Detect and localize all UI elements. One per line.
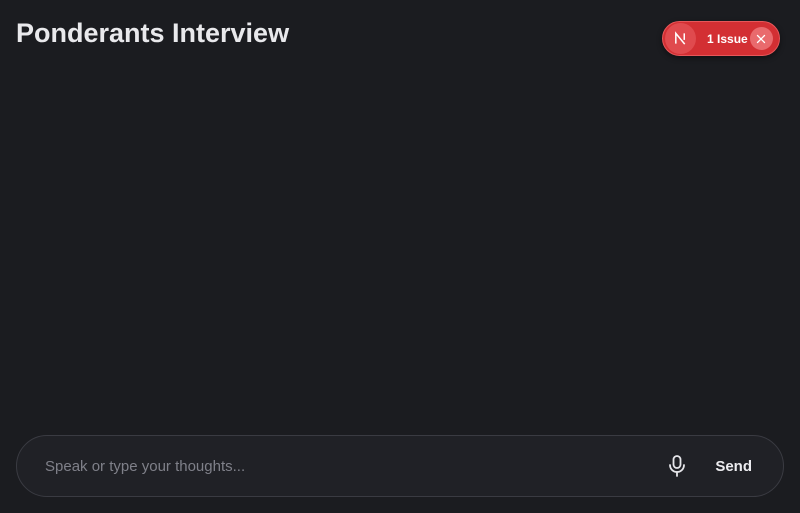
issue-count-label[interactable]: 1 Issue — [707, 32, 748, 46]
microphone-button[interactable] — [663, 452, 691, 480]
close-icon — [757, 34, 766, 43]
microphone-icon — [669, 455, 686, 477]
thought-input[interactable] — [45, 446, 664, 486]
send-button[interactable]: Send — [715, 458, 752, 475]
dev-issues-badge[interactable]: 1 Issue — [662, 21, 780, 56]
page-title: Ponderants Interview — [16, 18, 290, 48]
message-composer: Send — [16, 435, 784, 497]
dismiss-issues-button[interactable] — [749, 27, 773, 50]
nextjs-logo-icon[interactable] — [665, 23, 696, 54]
